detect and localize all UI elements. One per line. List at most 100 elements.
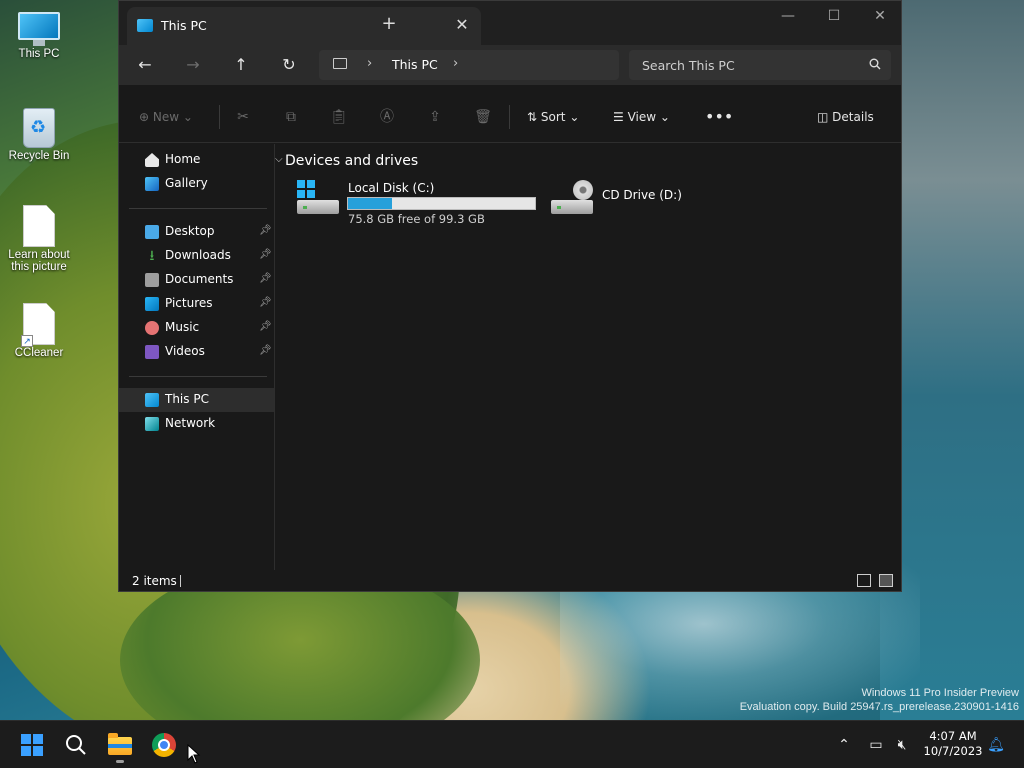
sidebar-item-downloads[interactable]: ⭳ Downloads 📌︎: [119, 244, 274, 268]
sidebar-item-documents[interactable]: Documents 📌︎: [119, 268, 274, 292]
copy-icon[interactable]: ⧉: [281, 107, 301, 127]
drive-usage-fill: [348, 198, 393, 209]
close-window-button[interactable]: ✕: [857, 5, 903, 29]
close-tab-button[interactable]: ✕: [451, 14, 473, 36]
file-explorer-taskbar-button[interactable]: [104, 729, 136, 763]
drive-item-d[interactable]: CD Drive (D:): [551, 180, 751, 220]
maximize-button[interactable]: ☐: [811, 5, 857, 29]
watermark-line-2: Evaluation copy. Build 25947.rs_prerelea…: [739, 701, 1019, 713]
shortcut-file-icon: ↗: [21, 303, 55, 347]
drive-item-c[interactable]: Local Disk (C:) 75.8 GB free of 99.3 GB: [297, 180, 547, 228]
search-box[interactable]: [629, 50, 891, 80]
gallery-icon: [145, 177, 159, 191]
new-tab-button[interactable]: +: [377, 13, 401, 37]
status-separator: [180, 575, 181, 587]
start-button[interactable]: [16, 729, 48, 761]
forward-button[interactable]: →: [181, 53, 205, 77]
sidebar-item-this-pc[interactable]: This PC: [119, 388, 274, 412]
file-icon: [23, 205, 55, 247]
chevron-up-icon[interactable]: ⌃: [834, 735, 854, 755]
desktop-icon-recycle-bin[interactable]: Recycle Bin: [2, 108, 76, 162]
refresh-button[interactable]: ↻: [277, 53, 301, 77]
breadcrumb-this-pc[interactable]: This PC: [392, 57, 438, 72]
command-bar: ⊕ New ⌄ ✂ ⧉ 📋︎ Ⓐ ⇪ 🗑︎ ⇅ Sort ⌄ ☰ View ⌄ …: [119, 89, 901, 143]
pin-icon[interactable]: 📌︎: [259, 345, 272, 356]
view-button[interactable]: ☰ View ⌄: [613, 107, 670, 127]
chevron-right-icon[interactable]: ›: [367, 56, 372, 71]
tab-this-pc[interactable]: This PC ✕: [127, 7, 481, 45]
rename-icon[interactable]: Ⓐ: [377, 107, 397, 127]
pin-icon[interactable]: 📌︎: [259, 321, 272, 332]
cut-icon[interactable]: ✂: [233, 107, 253, 127]
sort-button[interactable]: ⇅ Sort ⌄: [527, 107, 579, 127]
search-button[interactable]: [60, 729, 92, 761]
this-pc-icon: [137, 19, 153, 32]
sidebar-item-music[interactable]: Music 📌︎: [119, 316, 274, 340]
sidebar-item-videos[interactable]: Videos 📌︎: [119, 340, 274, 364]
details-pane-button[interactable]: ◫ Details: [817, 107, 874, 127]
desktop-icon-label: Recycle Bin: [8, 150, 70, 162]
notification-bell-icon[interactable]: 🔔︎: [986, 735, 1006, 755]
sidebar-item-network[interactable]: Network: [119, 412, 274, 436]
search-input[interactable]: [629, 50, 859, 80]
sidebar-item-label: Home: [165, 152, 201, 166]
pin-icon[interactable]: 📌︎: [259, 249, 272, 260]
this-pc-icon: [145, 393, 159, 407]
file-explorer-window: This PC ✕ + — ☐ ✕ ← → ↑ ↻ › This PC › ⊕ …: [118, 0, 902, 592]
chrome-taskbar-button[interactable]: [148, 729, 180, 761]
new-button[interactable]: ⊕ New ⌄: [139, 107, 193, 127]
drive-usage-bar: [347, 197, 536, 210]
delete-icon[interactable]: 🗑︎: [473, 107, 493, 127]
home-icon: [145, 153, 159, 167]
chevron-right-icon[interactable]: ›: [453, 56, 458, 71]
chrome-icon: [152, 733, 176, 757]
group-header-label: Devices and drives: [285, 153, 419, 169]
sidebar-item-label: Music: [165, 320, 200, 334]
share-icon[interactable]: ⇪: [425, 107, 445, 127]
windows-logo-icon: [21, 734, 43, 756]
minimize-button[interactable]: —: [765, 5, 811, 29]
network-tray-icon[interactable]: ▭: [866, 735, 886, 755]
sidebar-item-label: Gallery: [165, 176, 208, 190]
pin-icon[interactable]: 📌︎: [259, 273, 272, 284]
sidebar-item-pictures[interactable]: Pictures 📌︎: [119, 292, 274, 316]
navigation-bar: ← → ↑ ↻ › This PC ›: [119, 45, 901, 85]
large-icons-view-icon[interactable]: [879, 574, 893, 587]
back-button[interactable]: ←: [133, 53, 157, 77]
videos-icon: [145, 345, 159, 359]
desktop-icon-label: CCleaner: [14, 347, 64, 359]
address-bar[interactable]: › This PC ›: [319, 50, 619, 80]
music-icon: [145, 321, 159, 335]
search-icon[interactable]: [869, 58, 881, 70]
up-button[interactable]: ↑: [229, 53, 253, 77]
taskbar: ⌃ ▭ 🔇︎ 4:07 AM 10/7/2023 🔔︎: [0, 720, 1024, 768]
documents-icon: [145, 273, 159, 287]
hard-drive-icon: [297, 180, 339, 216]
sidebar-item-desktop[interactable]: Desktop 📌︎: [119, 220, 274, 244]
details-pane-icon: ◫: [817, 110, 829, 124]
watermark-line-1: Windows 11 Pro Insider Preview: [861, 687, 1019, 699]
chevron-down-icon[interactable]: ⌵: [275, 154, 283, 165]
drive-name: Local Disk (C:): [348, 181, 435, 195]
details-view-icon[interactable]: [857, 574, 871, 587]
clock[interactable]: 4:07 AM 10/7/2023: [918, 729, 988, 759]
sidebar-item-home[interactable]: Home: [119, 148, 274, 172]
more-options-button[interactable]: •••: [705, 107, 733, 127]
volume-muted-icon[interactable]: 🔇︎: [892, 735, 912, 755]
item-count: 2 items: [132, 574, 177, 588]
pin-icon[interactable]: 📌︎: [259, 297, 272, 308]
sidebar-divider: [129, 208, 267, 209]
desktop-icon-label: Learn about this picture: [8, 249, 70, 273]
pin-icon[interactable]: 📌︎: [259, 225, 272, 236]
desktop-icon-this-pc[interactable]: This PC: [2, 12, 76, 60]
sidebar-item-gallery[interactable]: Gallery: [119, 172, 274, 196]
downloads-icon: ⭳: [149, 248, 155, 264]
desktop-icon-ccleaner[interactable]: ↗ CCleaner: [2, 303, 76, 359]
sidebar-item-label: Downloads: [165, 248, 231, 262]
desktop-icon-learn-about-picture[interactable]: Learn about this picture: [2, 205, 76, 273]
running-indicator: [116, 760, 124, 763]
group-header-devices[interactable]: ⌵ Devices and drives: [275, 153, 419, 169]
navigation-pane: Home Gallery Desktop 📌︎ ⭳ Downloads 📌︎ D…: [119, 144, 275, 570]
paste-icon[interactable]: 📋︎: [329, 107, 349, 127]
view-list-icon: ☰: [613, 110, 624, 124]
